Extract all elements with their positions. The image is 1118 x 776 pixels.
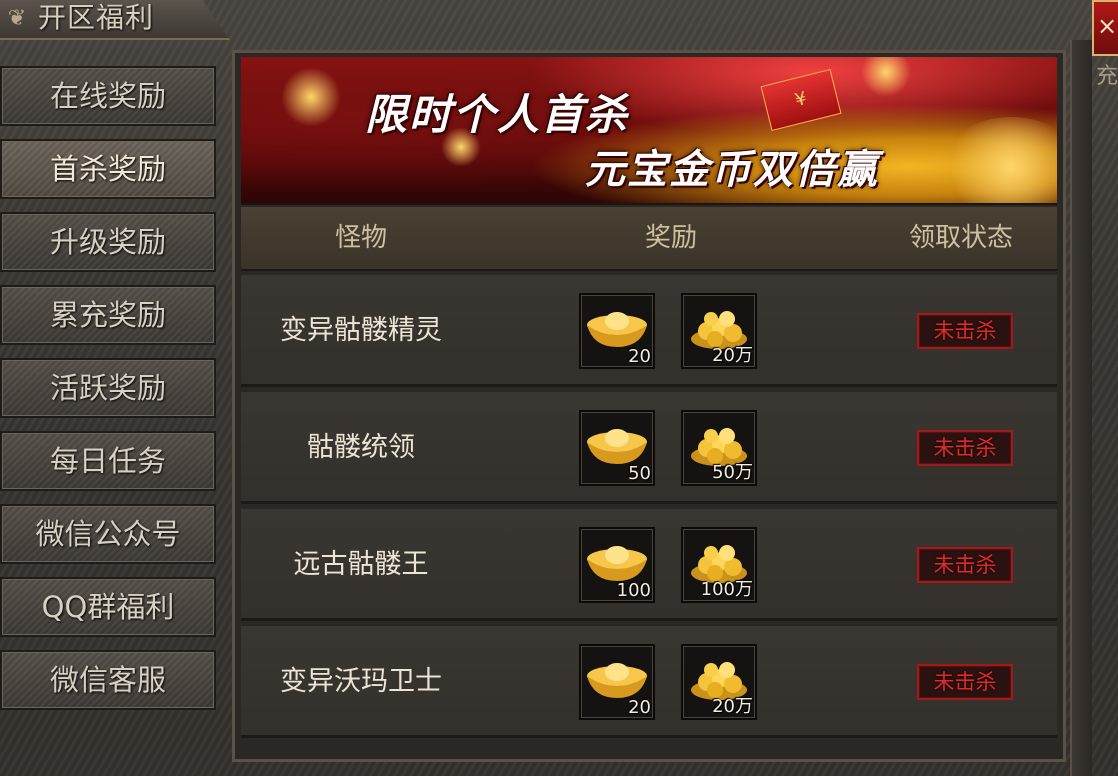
reward-slot-gold[interactable]: 20万 — [681, 644, 757, 720]
status-badge: 未击杀 — [917, 547, 1013, 583]
sidebar-item-activity-reward[interactable]: 活跃奖励 — [0, 358, 216, 418]
dragon-emblem-icon: ❦ — [7, 6, 27, 31]
reward-slot-ingot[interactable]: 50 — [579, 410, 655, 486]
reward-slot-gold[interactable]: 100万 — [681, 527, 757, 603]
table-row: 变异沃玛卫士 20 20万 未击杀 — [241, 626, 1057, 738]
right-edge-label: 充 — [1096, 64, 1118, 89]
reward-slot-ingot[interactable]: 100 — [579, 527, 655, 603]
table-row: 骷髅统领 50 50万 未击杀 — [241, 392, 1057, 504]
monster-name: 远古骷髅王 — [293, 549, 429, 580]
banner-headline: 限时个人首杀 — [365, 90, 630, 139]
firework-sparkle — [281, 67, 341, 127]
column-header-monster: 怪物 — [334, 223, 387, 253]
red-packet-icon: ¥ — [760, 68, 842, 132]
sidebar-item-cumulative-recharge-reward[interactable]: 累充奖励 — [0, 285, 216, 345]
reward-quantity: 100万 — [700, 579, 753, 600]
sidebar-item-online-reward[interactable]: 在线奖励 — [0, 66, 216, 126]
promo-banner: ¥ 限时个人首杀 元宝金币双倍赢 — [241, 57, 1057, 205]
monster-name: 变异骷髅精灵 — [280, 315, 442, 346]
reward-quantity: 50 — [628, 463, 651, 484]
table-row: 变异骷髅精灵 20 20万 未击杀 — [241, 275, 1057, 387]
status-badge: 未击杀 — [917, 313, 1013, 349]
sidebar-item-first-kill-reward[interactable]: 首杀奖励 — [0, 139, 216, 199]
reward-quantity: 100 — [616, 580, 651, 601]
table-header: 怪物 奖励 领取状态 — [241, 207, 1057, 271]
right-border — [1070, 40, 1092, 776]
reward-quantity: 20万 — [712, 345, 753, 366]
reward-slot-ingot[interactable]: 20 — [579, 293, 655, 369]
gold-pile-glow — [941, 117, 1057, 203]
reward-quantity: 20万 — [712, 696, 753, 717]
reward-slot-gold[interactable]: 20万 — [681, 293, 757, 369]
status-badge: 未击杀 — [917, 664, 1013, 700]
sidebar-item-wechat-official[interactable]: 微信公众号 — [0, 504, 216, 564]
reward-slot-ingot[interactable]: 20 — [579, 644, 655, 720]
window-title: 开区福利 — [38, 1, 155, 34]
monster-name: 变异沃玛卫士 — [280, 666, 442, 697]
sidebar-item-wechat-service[interactable]: 微信客服 — [0, 650, 216, 710]
sidebar-item-level-up-reward[interactable]: 升级奖励 — [0, 212, 216, 272]
column-header-reward: 奖励 — [644, 223, 697, 253]
sidebar-item-daily-tasks[interactable]: 每日任务 — [0, 431, 216, 491]
table-row: 远古骷髅王 100 100万 未击杀 — [241, 509, 1057, 621]
reward-quantity: 50万 — [712, 462, 753, 483]
close-button[interactable]: × — [1092, 0, 1118, 56]
reward-quantity: 20 — [628, 697, 651, 718]
reward-slot-gold[interactable]: 50万 — [681, 410, 757, 486]
banner-subheadline: 元宝金币双倍赢 — [585, 147, 879, 193]
first-kill-panel: ¥ 限时个人首杀 元宝金币双倍赢 怪物 奖励 领取状态 变异骷髅精灵 20 20… — [232, 50, 1066, 762]
window-frame: ❦ 开区福利 × 充 在线奖励 首杀奖励 升级奖励 累充奖励 活跃奖励 每日任务… — [0, 0, 1118, 776]
sidebar-item-qq-group[interactable]: QQ群福利 — [0, 577, 216, 637]
monster-name: 骷髅统领 — [307, 432, 415, 463]
firework-sparkle — [861, 57, 911, 97]
reward-quantity: 20 — [628, 346, 651, 367]
column-header-status: 领取状态 — [908, 223, 1013, 253]
status-badge: 未击杀 — [917, 430, 1013, 466]
